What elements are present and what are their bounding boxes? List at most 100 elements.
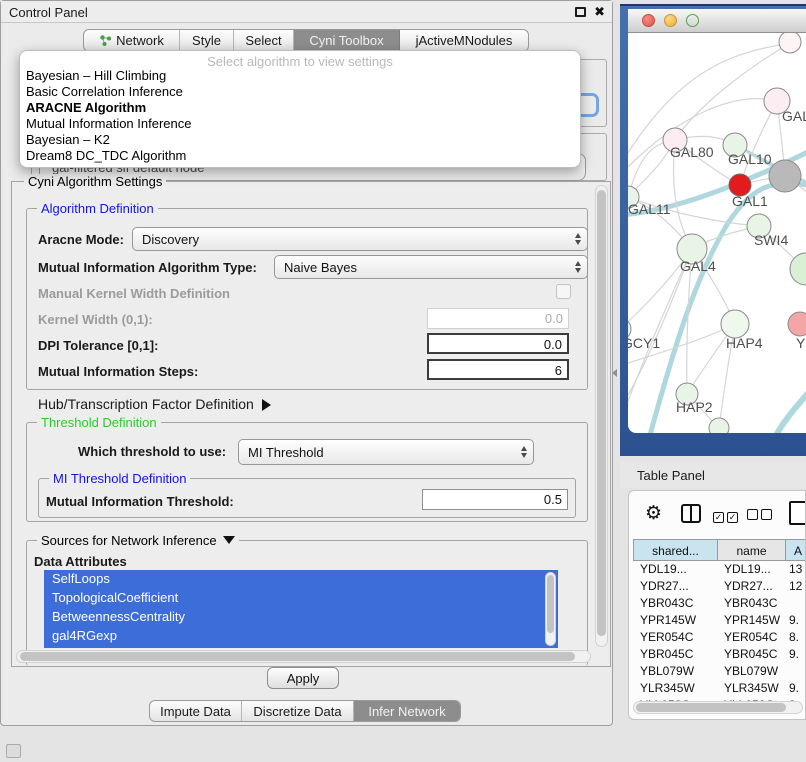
aracne-mode-combo[interactable]: Discovery xyxy=(132,227,588,251)
threshold-definition-title: Threshold Definition xyxy=(37,415,161,430)
node-table: shared... name A YDL19...YDL19...13 YDR2… xyxy=(633,539,806,714)
select-all-columns-icon[interactable]: ✓✓ xyxy=(713,507,741,525)
manual-kernel-width-checkbox[interactable] xyxy=(556,284,571,299)
column-header-shared[interactable]: shared... xyxy=(634,540,718,560)
bottom-tabbar: Impute Data Discretize Data Infer Networ… xyxy=(149,700,461,722)
network-node-hap4[interactable] xyxy=(721,310,749,338)
tab-cyni-toolbox[interactable]: Cyni Toolbox xyxy=(294,30,400,51)
tab-discretize-data-label: Discretize Data xyxy=(253,704,341,719)
mi-steps-field[interactable]: 6 xyxy=(427,359,569,380)
sources-title: Sources for Network Inference xyxy=(41,533,217,548)
network-node[interactable] xyxy=(790,253,806,285)
tab-infer-network[interactable]: Infer Network xyxy=(354,701,460,721)
table-horizontal-scrollbar[interactable] xyxy=(633,701,803,714)
mi-algorithm-type-combo[interactable]: Naive Bayes xyxy=(274,255,588,279)
mi-steps-label: Mutual Information Steps: xyxy=(38,364,198,379)
sources-title-toggle[interactable]: Sources for Network Inference xyxy=(37,533,239,548)
attribute-item[interactable]: SelfLoops xyxy=(44,570,558,589)
table-row[interactable]: YBL079WYBL079W xyxy=(633,663,806,680)
expand-right-icon xyxy=(262,399,271,411)
application-root: Control Panel ✖ Network Style Select Cyn… xyxy=(0,0,806,762)
columns-icon[interactable] xyxy=(681,504,701,523)
stepper-icon xyxy=(575,261,581,273)
tab-jactivemnodules-label: jActiveMNodules xyxy=(416,33,513,48)
table-panel-card: ⚙ ✓✓ shared... name A YDL19...YDL19...13… xyxy=(628,490,806,720)
gear-icon[interactable]: ⚙ xyxy=(645,502,662,525)
settings-vertical-scrollbar[interactable] xyxy=(595,185,608,647)
table-panel-header: Table Panel xyxy=(620,462,806,488)
table-row[interactable]: YER054CYER054C8. xyxy=(633,629,806,646)
network-icon xyxy=(99,34,112,47)
node-label: GCY1 xyxy=(628,335,660,351)
which-threshold-combo[interactable]: MI Threshold xyxy=(238,439,534,465)
node-label: SWI4 xyxy=(754,232,788,248)
algorithm-option[interactable]: Bayesian – K2 xyxy=(26,132,110,147)
collapsed-panel-button[interactable] xyxy=(6,744,21,758)
dpi-tolerance-label: DPI Tolerance [0,1]: xyxy=(38,338,158,353)
node-label: GAL80 xyxy=(670,144,714,160)
table-row[interactable]: YPR145WYPR145W9. xyxy=(633,612,806,629)
network-node[interactable] xyxy=(709,418,729,433)
column-header-name[interactable]: name xyxy=(718,540,786,560)
apply-button[interactable]: Apply xyxy=(267,667,339,689)
table-panel-title: Table Panel xyxy=(637,468,705,483)
new-table-icon[interactable] xyxy=(789,501,806,525)
table-toolbar: ⚙ ✓✓ xyxy=(629,491,805,537)
mi-threshold-field[interactable]: 0.5 xyxy=(422,489,568,510)
settings-horizontal-scrollbar[interactable] xyxy=(16,650,591,663)
control-panel-titlebar: Control Panel ✖ xyxy=(1,1,612,23)
stepper-icon xyxy=(575,233,581,245)
algorithm-option-selected[interactable]: ARACNE Algorithm xyxy=(26,100,146,115)
tab-select[interactable]: Select xyxy=(234,30,294,51)
settings-panel-title: Cyni Algorithm Settings xyxy=(24,174,166,189)
which-threshold-value: MI Threshold xyxy=(248,445,324,460)
tab-style[interactable]: Style xyxy=(180,30,234,51)
network-node-y[interactable] xyxy=(788,312,806,336)
table-row[interactable]: YBR043CYBR043C xyxy=(633,595,806,612)
panel-splitter-arrow[interactable] xyxy=(612,369,617,377)
minimize-traffic-light[interactable] xyxy=(664,14,677,27)
node-label: Y xyxy=(796,335,806,351)
attribute-item[interactable]: gal4RGexp xyxy=(44,627,558,646)
close-icon[interactable]: ✖ xyxy=(594,4,605,20)
network-view-window: GAL GAL80 GAL10 GAL1 GAL11 SWI4 GAL4 GCY… xyxy=(620,4,806,456)
tab-cyni-toolbox-label: Cyni Toolbox xyxy=(309,33,383,48)
mi-algorithm-type-value: Naive Bayes xyxy=(284,260,357,275)
algorithm-option[interactable]: Dream8 DC_TDC Algorithm xyxy=(26,148,186,163)
dpi-tolerance-field[interactable]: 0.0 xyxy=(427,333,569,354)
column-header-clipped[interactable]: A xyxy=(786,540,806,560)
node-label: GAL xyxy=(782,108,806,124)
network-node-gray[interactable] xyxy=(769,160,801,192)
table-row[interactable]: YLR345WYLR345W9. xyxy=(633,680,806,697)
control-panel-window: Control Panel ✖ Network Style Select Cyn… xyxy=(0,0,613,726)
network-window-titlebar xyxy=(628,9,806,33)
deselect-all-columns-icon[interactable] xyxy=(747,507,775,525)
kernel-width-field[interactable]: 0.0 xyxy=(427,308,569,329)
network-canvas[interactable]: GAL GAL80 GAL10 GAL1 GAL11 SWI4 GAL4 GCY… xyxy=(628,33,806,433)
attribute-item[interactable]: BetweennessCentrality xyxy=(44,608,558,627)
tab-jactivemnodules[interactable]: jActiveMNodules xyxy=(400,30,528,51)
table-row[interactable]: YBR045CYBR045C9. xyxy=(633,646,806,663)
attribute-item[interactable]: TopologicalCoefficient xyxy=(44,589,558,608)
tab-discretize-data[interactable]: Discretize Data xyxy=(242,701,354,721)
mi-threshold-label: Mutual Information Threshold: xyxy=(46,494,234,509)
node-label: GAL1 xyxy=(732,193,768,209)
aracne-mode-value: Discovery xyxy=(142,232,199,247)
node-label: GAL11 xyxy=(628,201,671,217)
algorithm-option[interactable]: Mutual Information Inference xyxy=(26,116,191,131)
mi-algorithm-type-label: Mutual Information Algorithm Type: xyxy=(38,260,257,275)
attributes-list-scrollbar[interactable] xyxy=(545,572,556,646)
algorithm-option[interactable]: Bayesian – Hill Climbing xyxy=(26,68,166,83)
mi-threshold-definition-title: MI Threshold Definition xyxy=(49,471,190,486)
float-window-icon[interactable] xyxy=(575,7,586,17)
hub-definition-toggle[interactable]: Hub/Transcription Factor Definition xyxy=(38,396,271,412)
tab-network[interactable]: Network xyxy=(84,30,180,51)
table-row[interactable]: YDL19...YDL19...13 xyxy=(633,561,806,578)
zoom-traffic-light[interactable] xyxy=(686,14,699,27)
table-row[interactable]: YDR27...YDR27...12 xyxy=(633,578,806,595)
algorithm-option[interactable]: Basic Correlation Inference xyxy=(26,84,183,99)
network-node[interactable] xyxy=(779,33,801,53)
tab-impute-data[interactable]: Impute Data xyxy=(150,701,242,721)
kernel-width-label: Kernel Width (0,1): xyxy=(38,312,153,327)
close-traffic-light[interactable] xyxy=(642,14,655,27)
